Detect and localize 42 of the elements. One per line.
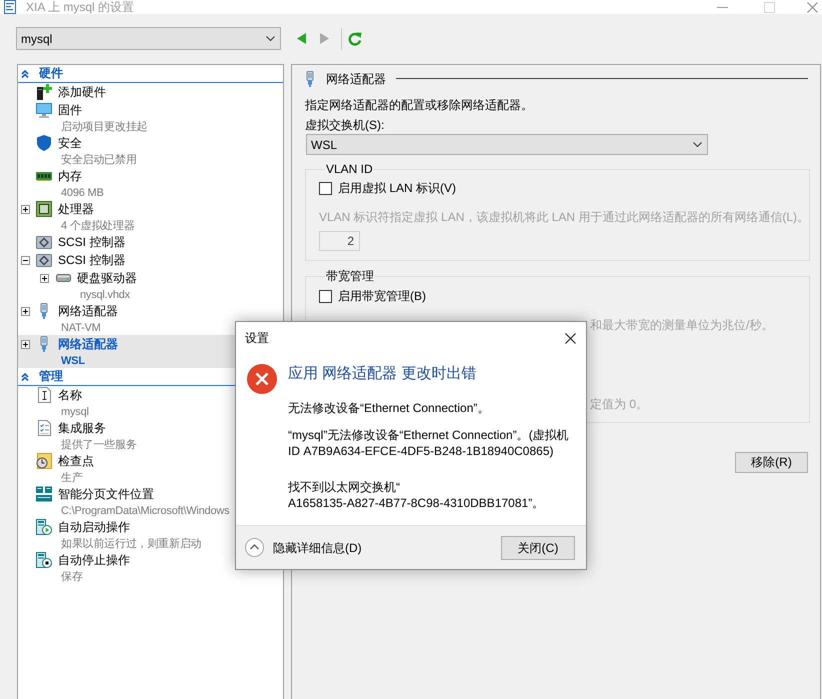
- section-title: 网络适配器: [326, 70, 386, 86]
- dialog-message: 找不到以太网交换机“A1658135-A827-4B77-8C98-4310DBB17081”。: [288, 479, 546, 511]
- item-label: 名称: [58, 387, 82, 404]
- item-detail: 4096 MB: [61, 187, 104, 199]
- item-label: 网络适配器: [58, 303, 118, 320]
- item-label: 集成服务: [58, 420, 106, 437]
- item-label: 安全: [58, 135, 82, 152]
- note-text: 和最大带宽的测量单位为兆位/秒。: [590, 318, 774, 332]
- item-detail: C:\ProgramData\Microsoft\Windows: [61, 505, 230, 517]
- item-label: 内存: [58, 168, 82, 185]
- item-detail: 安全启动已禁用: [61, 154, 137, 166]
- item-label: 检查点: [58, 453, 94, 470]
- description-text: 指定网络适配器的配置或移除网络适配器。: [305, 97, 534, 113]
- item-detail: 4 个虚拟处理器: [61, 220, 135, 232]
- item-label: 添加硬件: [58, 84, 106, 101]
- dialog-heading: 应用 网络适配器 更改时出错: [288, 364, 478, 384]
- item-detail: 如果以前运行过，则重新启动: [61, 538, 202, 550]
- dialog-message: “mysql”无法修改设备“Ethernet Connection”。(虚拟机 ID A7B9A634-EFCE-4DF5-B248-1B18940C0865): [288, 427, 570, 459]
- item-detail: NAT-VM: [61, 322, 101, 334]
- item-label: SCSI 控制器: [58, 252, 126, 269]
- dialog-message: 无法修改设备“Ethernet Connection”。: [288, 400, 490, 416]
- item-detail: 保存: [61, 571, 83, 583]
- group-title: VLAN ID: [325, 161, 374, 177]
- item-label: 网络适配器: [58, 336, 118, 353]
- window-title: XIA 上 mysql 的设置: [26, 0, 134, 14]
- note-text: VLAN 标识符指定虚拟 LAN，该虚拟机将此 LAN 用于通过此网络适配器的所有网络通信(L)。: [319, 209, 809, 225]
- item-label: SCSI 控制器: [58, 234, 126, 251]
- item-detail: WSL: [61, 355, 85, 367]
- item-label: 自动停止操作: [58, 552, 130, 569]
- item-label: 处理器: [58, 201, 94, 218]
- item-label: 固件: [58, 102, 82, 119]
- item-detail: 提供了一些服务: [61, 439, 137, 451]
- item-detail: mysql: [61, 406, 89, 418]
- group-title: 带宽管理: [325, 268, 375, 284]
- item-label: 自动启动操作: [58, 519, 130, 536]
- item-detail: nysql.vhdx: [80, 289, 130, 301]
- field-label: 虚拟交换机(S):: [305, 117, 386, 133]
- item-detail: 生产: [61, 472, 83, 484]
- item-detail: 启动项目更改挂起: [61, 121, 148, 133]
- item-label: 智能分页文件位置: [58, 486, 154, 503]
- note-text: 定值为 0。: [590, 397, 648, 411]
- item-label: 硬盘驱动器: [77, 270, 137, 287]
